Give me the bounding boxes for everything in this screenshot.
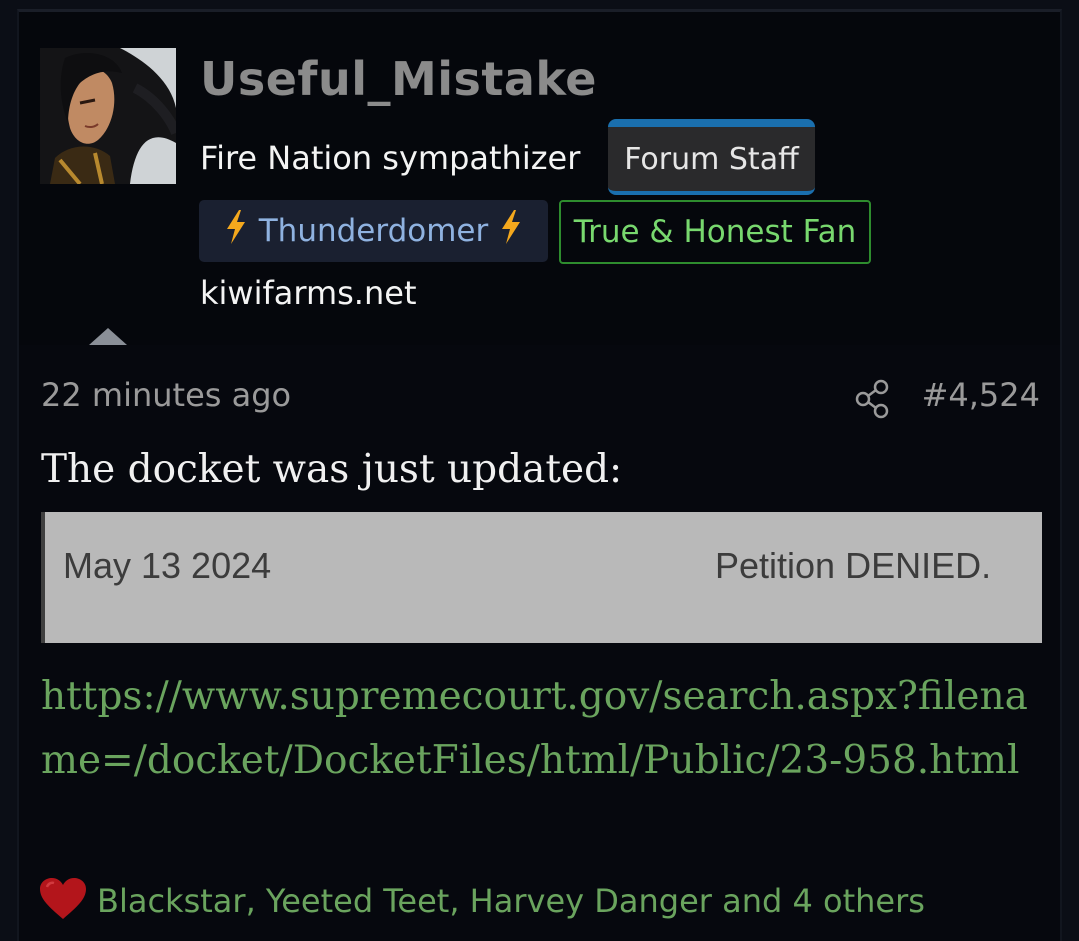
post-timestamp[interactable]: 22 minutes ago bbox=[41, 376, 291, 414]
staff-badge: Forum Staff bbox=[608, 119, 815, 195]
docket-date: May 13 2024 bbox=[63, 545, 272, 586]
docket-status: Petition DENIED. bbox=[715, 545, 992, 586]
user-title: Fire Nation sympathizer bbox=[200, 139, 581, 177]
reaction-users-list[interactable]: Blackstar, Yeeted Teet, Harvey Danger an… bbox=[97, 882, 925, 920]
true-honest-fan-badge: True & Honest Fan bbox=[559, 200, 871, 264]
docket-link[interactable]: https://www.supremecourt.gov/search.aspx… bbox=[41, 665, 1051, 793]
lightning-bolt-icon bbox=[500, 210, 522, 252]
docket-screenshot[interactable]: May 13 2024 Petition DENIED. bbox=[41, 512, 1042, 643]
staff-badge-label: Forum Staff bbox=[624, 141, 799, 177]
share-icon[interactable] bbox=[855, 379, 891, 419]
lightning-bolt-icon bbox=[225, 210, 247, 252]
heart-icon bbox=[39, 877, 87, 925]
reactions-bar[interactable]: Blackstar, Yeeted Teet, Harvey Danger an… bbox=[39, 877, 925, 925]
username[interactable]: Useful_Mistake bbox=[200, 52, 597, 106]
avatar-image bbox=[40, 48, 176, 184]
user-site: kiwifarms.net bbox=[200, 274, 417, 312]
post-text: The docket was just updated: bbox=[41, 447, 623, 492]
post-container: Useful_Mistake Fire Nation sympathizer F… bbox=[17, 9, 1062, 941]
post-number-link[interactable]: #4,524 bbox=[922, 376, 1040, 414]
user-info-block: Useful_Mistake Fire Nation sympathizer F… bbox=[19, 12, 1060, 345]
thunderdomer-label: Thunderdomer bbox=[258, 213, 489, 249]
post-body: 22 minutes ago #4,524 The docket was jus… bbox=[19, 345, 1060, 941]
thunderdomer-badge: Thunderdomer bbox=[199, 200, 548, 262]
fan-badge-label: True & Honest Fan bbox=[573, 214, 857, 250]
caret-up-icon bbox=[89, 328, 127, 345]
avatar[interactable] bbox=[40, 48, 176, 184]
